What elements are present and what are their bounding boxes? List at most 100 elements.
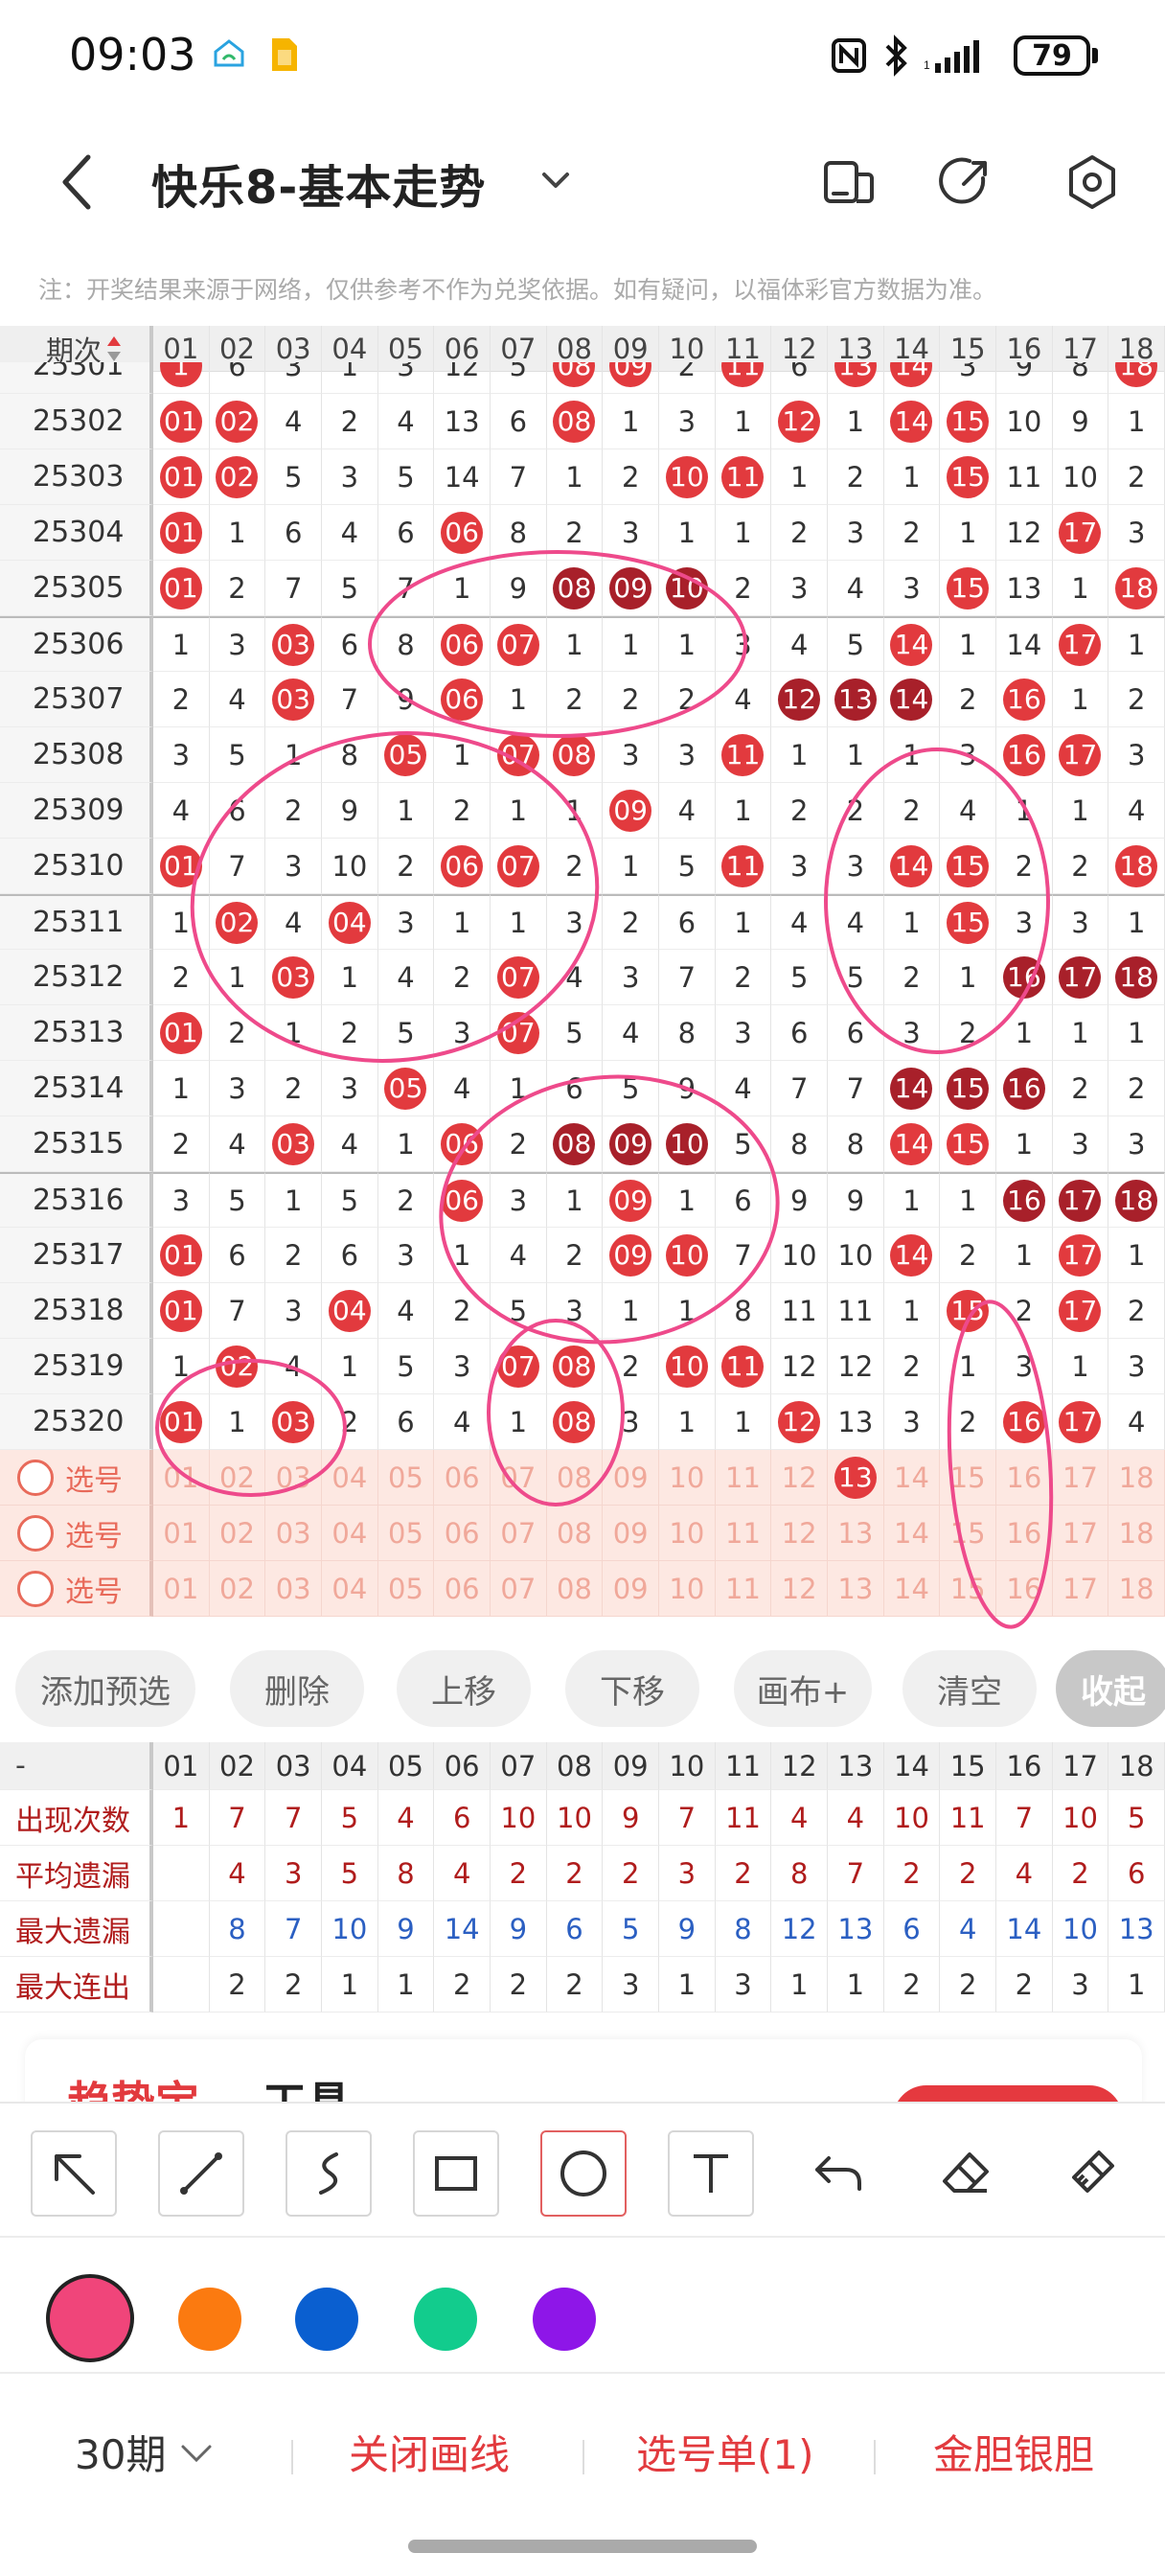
trend-cell[interactable]: 9 (996, 362, 1053, 394)
trend-cell[interactable]: 8 (491, 505, 547, 561)
pick-number-cell[interactable]: 07 (491, 1450, 547, 1506)
trend-cell[interactable]: 1 (434, 727, 491, 783)
pick-number-cell[interactable]: 01 (153, 1561, 210, 1617)
trend-cell[interactable]: 08 (546, 1339, 604, 1394)
trend-cell[interactable]: 9 (1052, 394, 1109, 449)
trend-cell[interactable]: 09 (603, 1228, 659, 1283)
trend-cell[interactable]: 14 (883, 1228, 941, 1283)
trend-cell[interactable]: 16 (996, 1061, 1053, 1116)
trend-cell[interactable]: 09 (603, 362, 659, 394)
trend-cell[interactable]: 1 (491, 783, 547, 839)
trend-cell[interactable]: 2 (1052, 1061, 1109, 1116)
trend-cell[interactable]: 2 (715, 950, 772, 1005)
trend-cell[interactable]: 5 (209, 727, 266, 783)
home-indicator[interactable] (408, 2540, 757, 2553)
trend-cell[interactable]: 1 (377, 1116, 435, 1172)
trend-cell[interactable]: 5 (377, 1005, 435, 1061)
trend-cell[interactable]: 2 (153, 672, 210, 727)
trend-cell[interactable]: 17 (1052, 1394, 1109, 1450)
trend-cell[interactable]: 12 (771, 1339, 828, 1394)
trend-cell[interactable]: 8 (659, 1005, 716, 1061)
pick-number-cell[interactable]: 07 (491, 1506, 547, 1561)
trend-cell[interactable]: 2 (265, 1228, 322, 1283)
trend-cell[interactable]: 6 (491, 394, 547, 449)
trend-cell[interactable]: 16 (996, 950, 1053, 1005)
trend-cell[interactable]: 1 (1052, 783, 1109, 839)
trend-cell[interactable]: 9 (377, 672, 435, 727)
trend-cell[interactable]: 2 (603, 672, 659, 727)
trend-cell[interactable]: 10 (659, 1116, 716, 1172)
trend-cell[interactable]: 17 (1052, 1172, 1109, 1228)
trend-cell[interactable]: 4 (265, 894, 322, 950)
trend-cell[interactable]: 1 (883, 727, 941, 783)
trend-cell[interactable]: 11 (715, 727, 772, 783)
trend-cell[interactable]: 5 (322, 1172, 378, 1228)
rect-tool[interactable] (413, 2130, 499, 2217)
trend-cell[interactable]: 1 (603, 1283, 659, 1339)
pick-number-cell[interactable]: 11 (715, 1506, 772, 1561)
trend-cell[interactable]: 17 (1052, 616, 1109, 672)
trend-cell[interactable]: 2 (546, 672, 604, 727)
trend-cell[interactable]: 5 (546, 1005, 604, 1061)
trend-cell[interactable]: 17 (1052, 1228, 1109, 1283)
trend-cell[interactable]: 3 (771, 561, 828, 616)
trend-cell[interactable]: 2 (940, 1394, 996, 1450)
trend-cell[interactable]: 10 (828, 1228, 884, 1283)
trend-cell[interactable]: 03 (265, 672, 322, 727)
trend-cell[interactable]: 02 (209, 894, 266, 950)
trend-cell[interactable]: 1 (265, 1005, 322, 1061)
trend-cell[interactable]: 7 (265, 561, 322, 616)
trend-cell[interactable]: 1 (1052, 672, 1109, 727)
radio-button[interactable] (17, 1570, 54, 1607)
trend-cell[interactable]: 14 (883, 394, 941, 449)
trend-cell[interactable]: 12 (828, 1339, 884, 1394)
color-swatch[interactable] (46, 2274, 134, 2362)
trend-cell[interactable]: 1 (715, 505, 772, 561)
trend-cell[interactable]: 4 (209, 1116, 266, 1172)
trend-cell[interactable]: 16 (996, 672, 1053, 727)
trend-cell[interactable]: 4 (771, 616, 828, 672)
trend-cell[interactable]: 3 (996, 1339, 1053, 1394)
trend-cell[interactable]: 11 (771, 1283, 828, 1339)
trend-cell[interactable]: 2 (377, 1172, 435, 1228)
trend-cell[interactable]: 09 (603, 1116, 659, 1172)
trend-cell[interactable]: 07 (491, 839, 547, 894)
trend-cell[interactable]: 1 (659, 505, 716, 561)
trend-cell[interactable]: 9 (659, 1061, 716, 1116)
trend-cell[interactable]: 5 (828, 950, 884, 1005)
trend-cell[interactable]: 9 (322, 783, 378, 839)
trend-cell[interactable]: 2 (715, 561, 772, 616)
trend-cell[interactable]: 03 (265, 616, 322, 672)
trend-cell[interactable]: 7 (209, 839, 266, 894)
trend-cell[interactable]: 1 (883, 1172, 941, 1228)
trend-cell[interactable]: 4 (603, 1005, 659, 1061)
trend-cell[interactable]: 1 (883, 1283, 941, 1339)
curve-tool[interactable] (286, 2130, 372, 2217)
pick-number-cell[interactable]: 13 (828, 1506, 884, 1561)
trend-cell[interactable]: 1 (377, 783, 435, 839)
radio-button[interactable] (17, 1459, 54, 1496)
period-select[interactable]: 30期 (75, 2423, 216, 2481)
trend-cell[interactable]: 09 (603, 783, 659, 839)
action-button[interactable]: 清空 (902, 1650, 1037, 1727)
trend-cell[interactable]: 02 (209, 1339, 266, 1394)
trend-cell[interactable]: 15 (940, 561, 996, 616)
pick-number-cell[interactable]: 04 (322, 1561, 378, 1617)
trend-cell[interactable]: 6 (715, 1172, 772, 1228)
trend-cell[interactable]: 2 (153, 950, 210, 1005)
trend-cell[interactable]: 3 (377, 362, 435, 394)
pick-number-cell[interactable]: 16 (996, 1450, 1053, 1506)
trend-cell[interactable]: 12 (771, 1394, 828, 1450)
trend-cell[interactable]: 10 (322, 839, 378, 894)
trend-cell[interactable]: 08 (546, 1116, 604, 1172)
back-arrow-icon[interactable] (54, 151, 102, 213)
trend-cell[interactable]: 1 (1108, 1005, 1165, 1061)
action-button[interactable]: 上移 (397, 1650, 531, 1727)
trend-cell[interactable]: 3 (883, 1394, 941, 1450)
trend-cell[interactable]: 3 (546, 1283, 604, 1339)
trend-cell[interactable]: 4 (377, 394, 435, 449)
trend-cell[interactable]: 14 (883, 1116, 941, 1172)
trend-cell[interactable]: 07 (491, 950, 547, 1005)
trend-cell[interactable]: 1 (491, 1394, 547, 1450)
trend-cell[interactable]: 8 (715, 1283, 772, 1339)
